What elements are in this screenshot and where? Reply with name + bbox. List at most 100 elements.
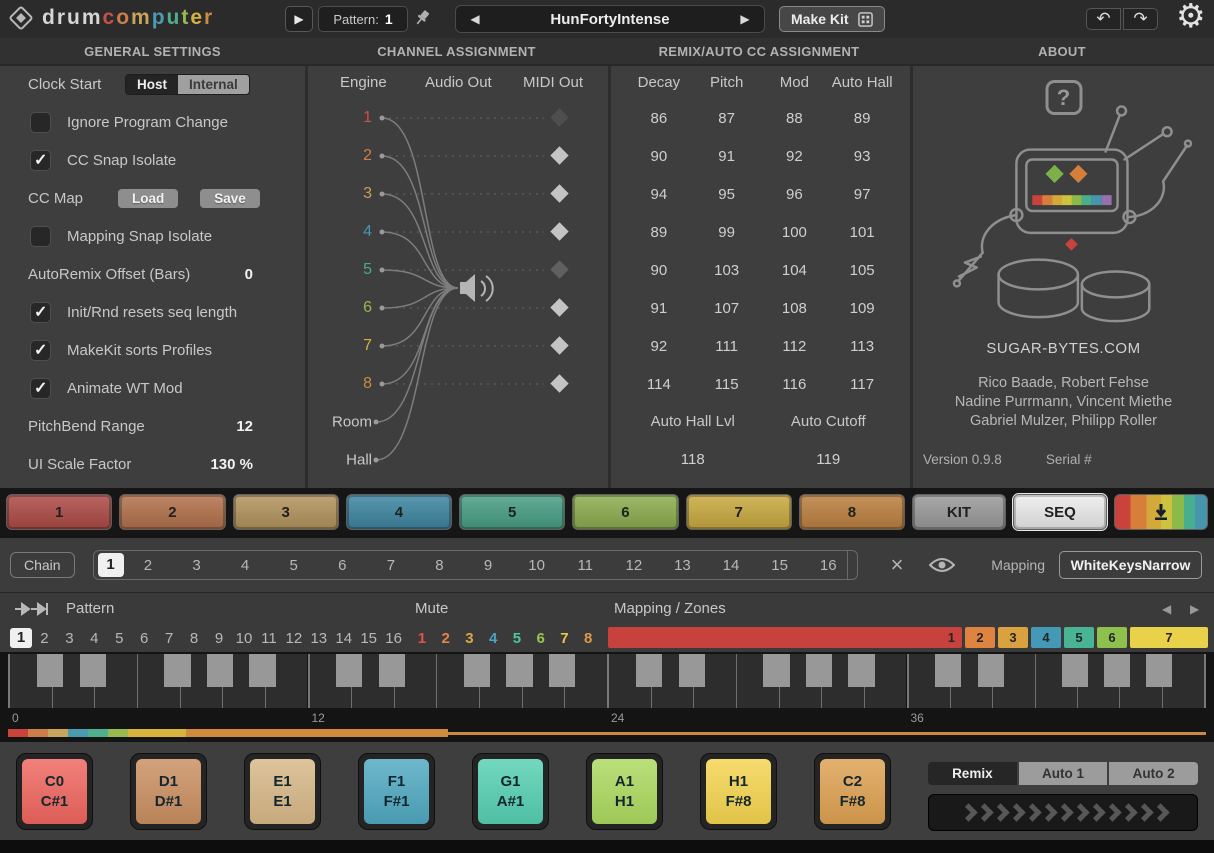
pattern-step[interactable]: 8 bbox=[182, 630, 207, 647]
note-pad[interactable]: H1 F#8 bbox=[700, 753, 777, 830]
note-pad[interactable]: E1 E1 bbox=[244, 753, 321, 830]
make-kit-button[interactable]: Make Kit bbox=[779, 6, 885, 32]
channel-number[interactable]: 6 bbox=[350, 299, 372, 317]
cc-value-pitch[interactable]: 103 bbox=[693, 262, 761, 279]
channel-number[interactable]: 5 bbox=[350, 261, 372, 279]
pattern-step[interactable]: 4 bbox=[82, 630, 107, 647]
pitchbend-range-value[interactable]: 12 bbox=[236, 418, 253, 435]
cc-value-auto-hall[interactable]: 117 bbox=[828, 376, 896, 393]
mute-channel[interactable]: 7 bbox=[553, 630, 577, 647]
remix-mode-option[interactable]: Auto 2 bbox=[1109, 762, 1198, 785]
pattern-step[interactable]: 5 bbox=[107, 630, 132, 647]
zones-nav-left-icon[interactable]: ◀ bbox=[1162, 602, 1171, 616]
pattern-step[interactable]: 10 bbox=[232, 630, 257, 647]
cc-value-decay[interactable]: 86 bbox=[625, 110, 693, 127]
chain-endcap-handle[interactable] bbox=[847, 550, 857, 580]
tab[interactable]: ABOUT bbox=[910, 38, 1214, 64]
channel-number[interactable]: 4 bbox=[350, 223, 372, 241]
mapping-zone[interactable]: 7 bbox=[1130, 627, 1208, 648]
cc-value-decay[interactable]: 91 bbox=[625, 300, 693, 317]
tab[interactable]: CHANNEL ASSIGNMENT bbox=[305, 38, 608, 64]
clock-start-option[interactable]: Internal bbox=[178, 75, 249, 94]
redo-button[interactable]: ↷ bbox=[1123, 8, 1158, 30]
seq-view-button[interactable]: SEQ bbox=[1013, 494, 1107, 530]
cc-value-auto-hall[interactable]: 97 bbox=[828, 186, 896, 203]
cc-snap-isolate-checkbox[interactable] bbox=[30, 150, 51, 171]
clock-start-option[interactable]: Host bbox=[126, 75, 178, 94]
note-pad[interactable]: C0 C#1 bbox=[16, 753, 93, 830]
pattern-step[interactable]: 15 bbox=[356, 630, 381, 647]
mapping-zone[interactable]: 6 bbox=[1097, 627, 1127, 648]
channel-number[interactable]: 7 bbox=[350, 337, 372, 355]
mute-channel[interactable]: 6 bbox=[529, 630, 553, 647]
mute-channel[interactable]: 4 bbox=[481, 630, 505, 647]
cc-value-pitch[interactable]: 95 bbox=[693, 186, 761, 203]
remix-mode-option[interactable]: Remix bbox=[928, 762, 1019, 785]
pattern-step[interactable]: 9 bbox=[207, 630, 232, 647]
pattern-step[interactable]: 1 bbox=[10, 628, 32, 648]
cc-value-pitch[interactable]: 87 bbox=[693, 110, 761, 127]
channel-pad[interactable]: 7 bbox=[686, 494, 792, 530]
auto-cutoff-value[interactable]: 119 bbox=[761, 441, 897, 479]
remix-mode-option[interactable]: Auto 1 bbox=[1019, 762, 1110, 785]
mapping-dropdown[interactable]: WhiteKeysNarrow bbox=[1059, 551, 1202, 579]
pattern-step[interactable]: 13 bbox=[306, 630, 331, 647]
channel-pad[interactable]: 4 bbox=[346, 494, 452, 530]
cc-value-decay[interactable]: 94 bbox=[625, 186, 693, 203]
cc-value-auto-hall[interactable]: 105 bbox=[828, 262, 896, 279]
undo-button[interactable]: ↶ bbox=[1086, 8, 1121, 30]
midi-out-diamond-icon[interactable] bbox=[550, 184, 568, 202]
cc-value-mod[interactable]: 96 bbox=[761, 186, 829, 203]
chain-step[interactable]: 1 bbox=[98, 553, 124, 577]
pattern-step[interactable]: 3 bbox=[57, 630, 82, 647]
chain-step[interactable]: 7 bbox=[367, 557, 416, 574]
serial-label[interactable]: Serial # bbox=[1046, 452, 1092, 467]
midi-out-diamond-icon[interactable] bbox=[550, 374, 568, 392]
ui-scale-value[interactable]: 130 % bbox=[210, 456, 253, 473]
chain-step[interactable]: 2 bbox=[124, 557, 173, 574]
channel-number[interactable]: 1 bbox=[350, 109, 372, 127]
midi-out-diamond-icon[interactable] bbox=[550, 146, 568, 164]
chain-step[interactable]: 14 bbox=[707, 557, 756, 574]
hall-label[interactable]: Hall bbox=[322, 452, 372, 469]
chain-step[interactable]: 12 bbox=[610, 557, 659, 574]
pin-icon[interactable] bbox=[412, 8, 432, 33]
midi-out-diamond-icon[interactable] bbox=[550, 108, 568, 126]
keyboard-octave[interactable]: 0 bbox=[8, 654, 308, 725]
channel-number[interactable]: 3 bbox=[350, 185, 372, 203]
cc-value-decay[interactable]: 92 bbox=[625, 338, 693, 355]
makekit-sorts-checkbox[interactable] bbox=[30, 340, 51, 361]
animate-wt-checkbox[interactable] bbox=[30, 378, 51, 399]
octave-keys[interactable] bbox=[308, 654, 608, 708]
cc-map-save-button[interactable]: Save bbox=[200, 189, 260, 208]
channel-number[interactable]: 2 bbox=[350, 147, 372, 165]
note-pad[interactable]: D1 D#1 bbox=[130, 753, 207, 830]
channel-number[interactable]: 8 bbox=[350, 375, 372, 393]
channel-pad[interactable]: 6 bbox=[572, 494, 678, 530]
chain-step[interactable]: 15 bbox=[755, 557, 804, 574]
pattern-selector[interactable]: Pattern: 1 bbox=[318, 6, 408, 32]
mute-channel[interactable]: 3 bbox=[458, 630, 482, 647]
note-pad[interactable]: A1 H1 bbox=[586, 753, 663, 830]
cc-value-auto-hall[interactable]: 93 bbox=[828, 148, 896, 165]
pattern-step[interactable]: 2 bbox=[32, 630, 57, 647]
channel-pad[interactable]: 3 bbox=[233, 494, 339, 530]
cc-value-auto-hall[interactable]: 109 bbox=[828, 300, 896, 317]
note-pad[interactable]: C2 F#8 bbox=[814, 753, 891, 830]
cc-value-mod[interactable]: 112 bbox=[761, 338, 829, 355]
cc-value-mod[interactable]: 92 bbox=[761, 148, 829, 165]
mapping-zone[interactable]: 1 bbox=[608, 627, 962, 648]
channel-pad[interactable]: 2 bbox=[119, 494, 225, 530]
pattern-step[interactable]: 12 bbox=[281, 630, 306, 647]
cc-value-mod[interactable]: 104 bbox=[761, 262, 829, 279]
octave-keys[interactable] bbox=[8, 654, 308, 708]
note-pad[interactable]: F1 F#1 bbox=[358, 753, 435, 830]
cc-value-pitch[interactable]: 107 bbox=[693, 300, 761, 317]
cc-map-load-button[interactable]: Load bbox=[118, 189, 178, 208]
eye-icon[interactable] bbox=[929, 557, 955, 573]
mapping-zone[interactable]: 4 bbox=[1031, 627, 1061, 648]
octave-keys[interactable] bbox=[607, 654, 907, 708]
auto-hall-lvl-value[interactable]: 118 bbox=[625, 441, 761, 479]
cc-value-decay[interactable]: 89 bbox=[625, 224, 693, 241]
cc-value-decay[interactable]: 90 bbox=[625, 148, 693, 165]
